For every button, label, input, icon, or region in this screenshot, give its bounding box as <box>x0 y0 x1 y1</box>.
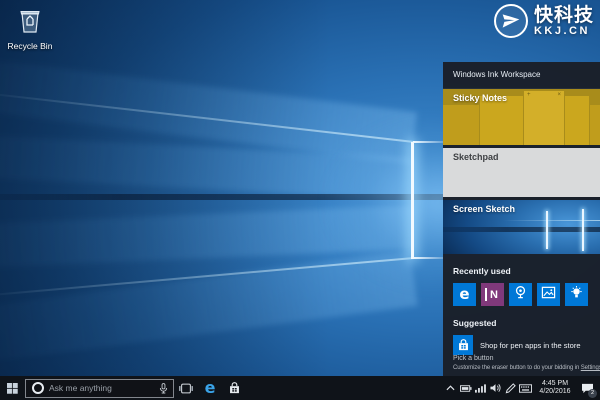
sticky-note: + × <box>524 91 564 145</box>
touch-keyboard-icon[interactable] <box>518 376 533 400</box>
desktop: Recycle Bin 快科技 KKJ.CN Windows Ink Works… <box>0 0 600 400</box>
recent-app-photos[interactable] <box>537 283 560 306</box>
thumbnail-light-ray <box>503 220 600 222</box>
thumbnail-window-edge <box>546 211 548 249</box>
map-pin-icon <box>513 285 528 305</box>
volume-icon[interactable] <box>488 376 503 400</box>
cortana-icon <box>32 382 44 394</box>
edge-icon: e <box>205 380 216 396</box>
wallpaper-window-edge <box>411 142 414 259</box>
thumbnail-window-edge <box>582 209 584 251</box>
recent-app-maps[interactable] <box>509 283 532 306</box>
screen-sketch-tile[interactable]: Screen Sketch <box>443 200 600 254</box>
store-taskbar-button[interactable] <box>222 376 246 400</box>
store-suggestion[interactable]: Shop for pen apps in the store <box>443 335 600 355</box>
start-button[interactable] <box>0 376 25 400</box>
network-icon[interactable] <box>473 376 488 400</box>
task-view-button[interactable] <box>174 376 198 400</box>
lightbulb-icon <box>569 285 584 305</box>
sticky-note <box>565 96 589 145</box>
clock-date: 4/20/2016 <box>536 388 574 396</box>
wallpaper-window-edge <box>413 141 445 143</box>
recycle-bin-icon <box>17 21 43 38</box>
tray-chevron-up-icon[interactable] <box>443 376 458 400</box>
photo-icon <box>541 285 556 305</box>
sticky-note <box>443 105 479 145</box>
action-center-button[interactable]: 2 <box>577 376 597 400</box>
sticky-note <box>480 96 523 145</box>
ink-workspace-panel: Windows Ink Workspace + × Sticky Notes S… <box>443 62 600 376</box>
wallpaper-window-edge <box>413 257 445 259</box>
brand-watermark: 快科技 KKJ.CN <box>494 4 594 38</box>
edge-icon: e <box>459 287 469 302</box>
store-bag-icon <box>228 382 241 395</box>
store-suggestion-text: Shop for pen apps in the store <box>480 341 581 350</box>
thumbnail-window-divider <box>443 227 600 232</box>
recent-app-pen-ideas[interactable] <box>565 283 588 306</box>
notification-badge: 2 <box>588 389 597 398</box>
recent-app-edge[interactable]: e <box>453 283 476 306</box>
system-tray: 4:45 PM 4/20/2016 2 <box>443 376 600 400</box>
sticky-note-add-icon: + <box>527 92 531 98</box>
onenote-icon: N <box>490 289 498 301</box>
store-bag-icon <box>453 335 473 355</box>
pen-icon[interactable] <box>503 376 518 400</box>
cortana-search-box[interactable] <box>25 379 174 398</box>
recently-used-apps: e N <box>443 283 600 306</box>
sketchpad-label: Sketchpad <box>453 152 499 162</box>
windows-logo-icon <box>7 383 18 394</box>
taskbar: e <box>0 376 600 400</box>
settings-link[interactable]: Settings <box>581 365 600 371</box>
microphone-icon[interactable] <box>159 383 168 394</box>
customize-eraser-text: Customize the eraser button to do your b… <box>453 365 596 371</box>
recent-app-onenote[interactable]: N <box>481 283 504 306</box>
screen-sketch-label: Screen Sketch <box>453 204 515 214</box>
sticky-note <box>590 105 600 145</box>
ink-workspace-title: Windows Ink Workspace <box>443 62 600 89</box>
sticky-notes-tile[interactable]: + × Sticky Notes <box>443 89 600 145</box>
edge-taskbar-button[interactable]: e <box>198 376 222 400</box>
sticky-notes-label: Sticky Notes <box>453 93 507 103</box>
recycle-bin-shortcut[interactable]: Recycle Bin <box>6 6 54 51</box>
paper-plane-icon <box>494 4 528 38</box>
onenote-page-icon <box>485 288 487 301</box>
recently-used-label: Recently used <box>443 254 600 283</box>
clock-time: 4:45 PM <box>536 380 574 388</box>
recycle-bin-label: Recycle Bin <box>6 41 54 51</box>
suggested-label: Suggested <box>443 306 600 335</box>
battery-icon[interactable] <box>458 376 473 400</box>
ink-workspace-footer: Pick a button Customize the eraser butto… <box>443 355 600 376</box>
brand-domain: KKJ.CN <box>534 25 594 38</box>
sketchpad-tile[interactable]: Sketchpad <box>443 148 600 197</box>
sticky-note-close-icon: × <box>557 92 561 98</box>
brand-name-cn: 快科技 <box>534 5 594 25</box>
pick-a-button-label: Pick a button <box>453 355 596 362</box>
search-input[interactable] <box>49 383 159 393</box>
clock[interactable]: 4:45 PM 4/20/2016 <box>533 380 577 396</box>
